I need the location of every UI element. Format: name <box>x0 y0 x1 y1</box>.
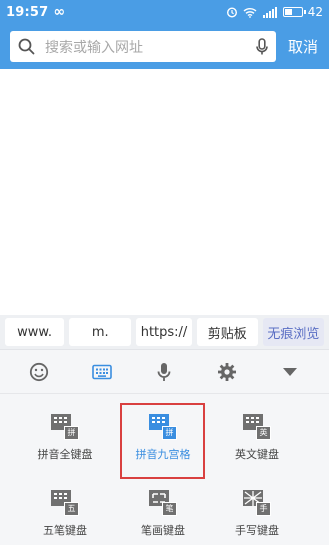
chip-https[interactable]: https:// <box>136 318 192 346</box>
keyboard-handwriting-icon: 手 <box>243 490 271 516</box>
keyboard-stroke-icon: 笔 <box>149 490 177 516</box>
infinity-icon: ∞ <box>53 4 66 20</box>
collapse-icon[interactable] <box>275 357 305 387</box>
keyboard-option-label: 笔画键盘 <box>141 524 185 537</box>
keyboard-option-pinyin-full[interactable]: 拼 拼音全键盘 <box>20 414 110 462</box>
ime-toolbar <box>0 350 329 394</box>
keyboard-option-label: 拼音全键盘 <box>37 448 93 461</box>
keyboard-option-label: 英文键盘 <box>235 448 279 461</box>
suggestion-bar: www. m. https:// 剪贴板 无痕浏览 <box>0 315 329 349</box>
cancel-button[interactable]: 取消 <box>288 36 318 57</box>
keyboard-option-handwriting[interactable]: 手 手写键盘 <box>212 490 302 538</box>
battery-percent: 42 <box>307 5 323 19</box>
settings-icon[interactable] <box>212 357 242 387</box>
keyboard-option-stroke[interactable]: 笔 笔画键盘 <box>118 490 208 538</box>
battery-icon <box>282 7 306 17</box>
keyboard-option-wubi[interactable]: 五 五笔键盘 <box>20 490 110 538</box>
wifi-icon <box>243 7 257 18</box>
browser-screen: 19:57 ∞ 42 搜索或输入网址 取消 www. m. https:// 剪… <box>0 0 329 545</box>
alarm-icon <box>226 7 237 18</box>
keyboard-option-label: 五笔键盘 <box>43 524 87 537</box>
status-time: 19:57 <box>6 4 49 20</box>
chip-clipboard[interactable]: 剪贴板 <box>196 318 258 346</box>
voice-input-icon[interactable] <box>149 357 179 387</box>
address-search-field[interactable]: 搜索或输入网址 <box>10 31 276 62</box>
keyboard-english-icon: 英 <box>243 414 271 440</box>
chip-m[interactable]: m. <box>69 318 132 346</box>
keyboard-option-english[interactable]: 英 英文键盘 <box>212 414 302 462</box>
chip-incognito[interactable]: 无痕浏览 <box>262 318 325 346</box>
selection-highlight-box <box>120 403 205 479</box>
search-header: 搜索或输入网址 取消 <box>0 24 329 69</box>
chip-www[interactable]: www. <box>5 318 65 346</box>
keyboard-wubi-icon: 五 <box>51 490 79 516</box>
status-bar: 19:57 ∞ 42 <box>0 0 329 24</box>
search-icon <box>18 38 35 55</box>
keyboard-icon[interactable] <box>87 357 117 387</box>
keyboard-option-label: 手写键盘 <box>235 524 279 537</box>
microphone-icon[interactable] <box>256 37 268 56</box>
emoji-icon[interactable] <box>24 357 54 387</box>
signal-icon <box>262 6 277 18</box>
search-placeholder: 搜索或输入网址 <box>45 39 143 56</box>
keyboard-pinyin-icon: 拼 <box>51 414 79 440</box>
status-icons: 42 <box>226 5 323 19</box>
